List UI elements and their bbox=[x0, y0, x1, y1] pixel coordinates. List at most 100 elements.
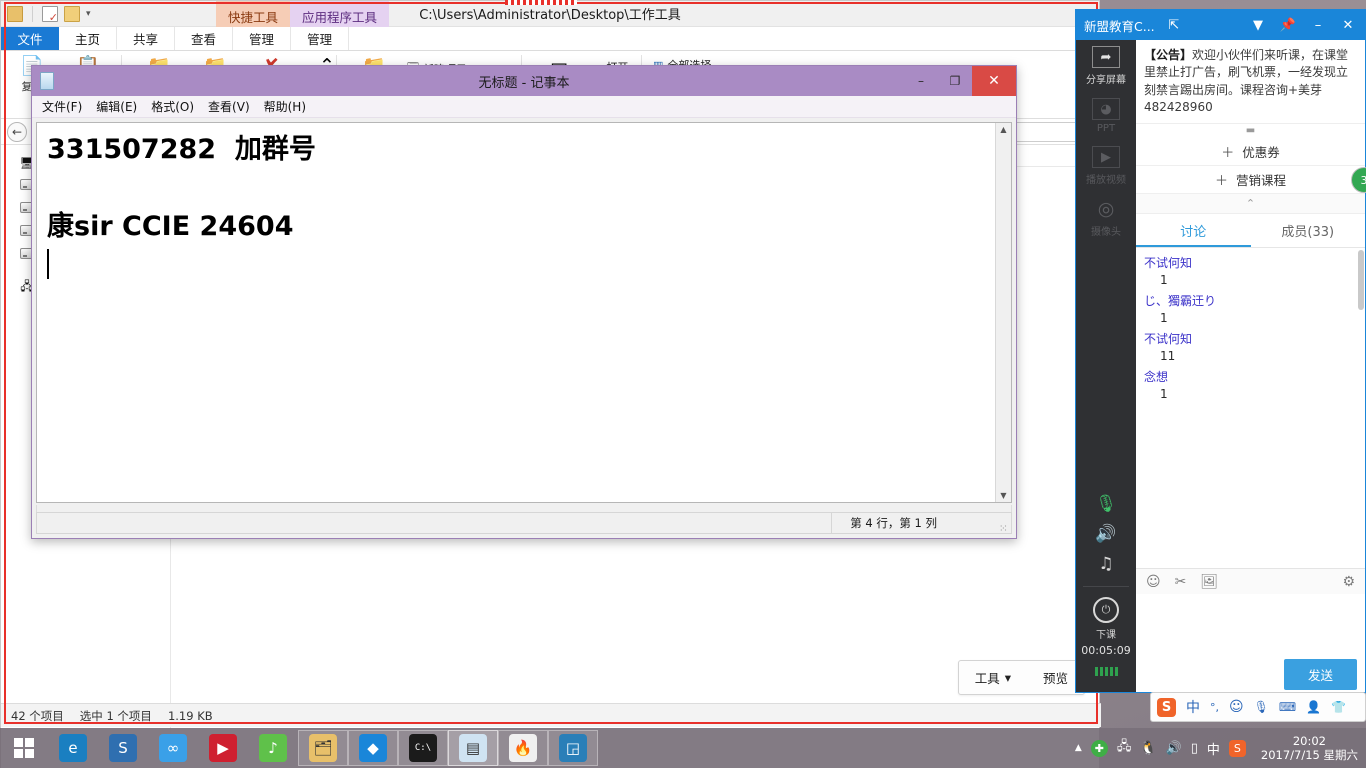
quick-access-toolbar[interactable]: ▾ bbox=[1, 5, 91, 23]
tools-button[interactable]: 工具 ▾ bbox=[959, 661, 1027, 694]
screen: ▾ 快捷工具 应用程序工具 C:\Users\Administrator\Des… bbox=[0, 0, 1366, 768]
marketing-course-row[interactable]: ＋ 营销课程 bbox=[1136, 166, 1365, 194]
contextual-tab-app[interactable]: 应用程序工具 bbox=[290, 1, 390, 27]
security-shield-icon[interactable]: ✚ bbox=[1090, 739, 1108, 757]
emoji-icon[interactable]: ☺ bbox=[1229, 699, 1244, 715]
qq-music-icon: ♪ bbox=[259, 734, 287, 762]
image-icon[interactable]: 🖼 bbox=[1200, 574, 1218, 590]
notepad-text-area[interactable]: 331507282 加群号 康sir CCIE 24604 bbox=[37, 123, 995, 502]
taskbar-item-sogou-browser[interactable]: S bbox=[98, 728, 148, 768]
close-button[interactable]: ✕ bbox=[972, 66, 1016, 96]
notepad-titlebar[interactable]: 无标题 - 记事本 – ❐ ✕ bbox=[32, 66, 1016, 96]
taskbar-item-education-app[interactable]: ◆ bbox=[348, 730, 398, 766]
chevron-down-icon[interactable]: ▼ bbox=[1000, 489, 1006, 502]
chat-scrollbar[interactable] bbox=[1358, 249, 1364, 310]
chevron-up-icon[interactable]: ⌃ bbox=[1136, 193, 1365, 214]
end-class-button[interactable]: ⏻ 下课 00:05:09 bbox=[1081, 597, 1131, 657]
play-video-button[interactable]: ▶ 播放视频 bbox=[1086, 146, 1126, 186]
punctuation-icon[interactable]: °, bbox=[1210, 701, 1219, 714]
ribbon-tab-manage-2[interactable]: 管理 bbox=[291, 27, 350, 50]
music-icon[interactable]: ♫ bbox=[1098, 554, 1113, 574]
minimize-button[interactable]: – bbox=[1307, 18, 1329, 33]
ribbon-tab-share[interactable]: 共享 bbox=[117, 27, 176, 50]
taskbar-item-burn-tool[interactable]: 🔥 bbox=[498, 730, 548, 766]
chat-username[interactable]: じ、獨霸迀り bbox=[1136, 290, 1365, 310]
ribbon-tab-manage-1[interactable]: 管理 bbox=[233, 27, 292, 50]
chat-username[interactable]: 念想 bbox=[1136, 366, 1365, 386]
contextual-tab-quick[interactable]: 快捷工具 bbox=[216, 1, 291, 27]
divider bbox=[32, 5, 33, 22]
new-folder-icon[interactable] bbox=[64, 5, 80, 22]
ribbon-tab-file[interactable]: 文件 bbox=[1, 27, 59, 50]
chat-messages[interactable]: 不试何知 1 じ、獨霸迀り 1 不试何知 11 念想 1 bbox=[1136, 248, 1365, 568]
chevron-down-icon[interactable]: ▼ bbox=[1247, 18, 1269, 33]
chevron-up-icon[interactable]: ▲ bbox=[1000, 123, 1006, 136]
start-button[interactable] bbox=[0, 728, 48, 768]
network-icon[interactable]: 🖧 bbox=[1117, 737, 1132, 759]
vertical-scrollbar[interactable]: ▲ ▼ bbox=[995, 123, 1011, 502]
microphone-icon[interactable]: 🎙 bbox=[1095, 494, 1117, 514]
taskbar-item-baidu-netdisk[interactable]: ∞ bbox=[148, 728, 198, 768]
maximize-button[interactable]: ❐ bbox=[938, 66, 972, 96]
menu-item-file[interactable]: 文件(F) bbox=[42, 98, 82, 115]
taskbar-item-internet-explorer[interactable]: e bbox=[48, 728, 98, 768]
menu-item-view[interactable]: 查看(V) bbox=[208, 98, 250, 115]
send-button[interactable]: 发送 bbox=[1283, 658, 1357, 690]
notepad-title: 无标题 - 记事本 bbox=[478, 75, 570, 91]
taskbar-item-command-prompt[interactable]: C:\ bbox=[398, 730, 448, 766]
taskbar-item-file-explorer[interactable]: 🗂 bbox=[298, 730, 348, 766]
chat-input[interactable] bbox=[1136, 594, 1365, 656]
volume-icon[interactable]: 🔊 bbox=[1166, 741, 1182, 756]
camera-button[interactable]: ◎ 摄像头 bbox=[1091, 198, 1121, 238]
taskbar-item-notepad[interactable]: ▤ bbox=[448, 730, 498, 766]
ribbon-tab-home[interactable]: 主页 bbox=[59, 27, 118, 50]
ppt-button[interactable]: ◕ PPT bbox=[1092, 98, 1120, 134]
speaker-icon[interactable]: 🔊 bbox=[1095, 524, 1116, 544]
back-button[interactable]: ← bbox=[7, 121, 27, 142]
clock-date: 2017/7/15 星期六 bbox=[1260, 748, 1358, 762]
skin-icon[interactable]: 👕 bbox=[1331, 700, 1346, 714]
taskbar-item-outlook[interactable]: ◲ bbox=[548, 730, 598, 766]
taskbar-item-media-player[interactable]: ▶ bbox=[198, 728, 248, 768]
chat-username[interactable]: 不试何知 bbox=[1136, 328, 1365, 348]
education-panel-window: 新盟教育C... ⇱ ▼ 📌 – ✕ ➦ 分享屏幕 ◕ PPT ▶ 播放视频 ◎… bbox=[1075, 9, 1366, 693]
notice-collapse-handle[interactable]: ▬ bbox=[1136, 124, 1365, 138]
send-row: 发送 bbox=[1136, 656, 1365, 692]
folder-icon[interactable] bbox=[7, 5, 23, 22]
ribbon-tab-view[interactable]: 查看 bbox=[175, 27, 234, 50]
gear-icon[interactable]: ⚙ bbox=[1342, 574, 1355, 590]
menu-item-help[interactable]: 帮助(H) bbox=[264, 98, 306, 115]
ribbon-tabs: 文件 主页 共享 查看 管理 管理 bbox=[1, 27, 1099, 51]
share-screen-button[interactable]: ➦ 分享屏幕 bbox=[1086, 46, 1126, 86]
minimize-button[interactable]: – bbox=[904, 66, 938, 96]
keyboard-icon[interactable]: ⌨ bbox=[1279, 700, 1296, 714]
chinese-mode-icon[interactable]: 中 bbox=[1186, 697, 1200, 717]
qq-icon[interactable]: 🐧 bbox=[1140, 741, 1156, 756]
tab-members[interactable]: 成员(33) bbox=[1251, 214, 1366, 247]
close-button[interactable]: ✕ bbox=[1337, 18, 1359, 33]
chat-username[interactable]: 不试何知 bbox=[1136, 252, 1365, 272]
tray-expand-icon[interactable]: ▲ bbox=[1075, 743, 1082, 753]
user-icon[interactable]: 👤 bbox=[1306, 700, 1321, 714]
voice-input-icon[interactable]: 🎙 bbox=[1254, 700, 1269, 714]
ime-chinese-icon[interactable]: 中 bbox=[1207, 739, 1220, 758]
tab-discussion[interactable]: 讨论 bbox=[1136, 214, 1251, 247]
play-video-icon: ▶ bbox=[1092, 146, 1120, 168]
coupon-row[interactable]: ＋ 优惠券 bbox=[1136, 138, 1365, 166]
emoji-icon[interactable]: ☺ bbox=[1146, 574, 1161, 590]
sogou-ime-icon[interactable]: S bbox=[1228, 739, 1246, 757]
sogou-logo-icon[interactable]: S bbox=[1157, 697, 1176, 717]
share-external-icon[interactable]: ⇱ bbox=[1163, 18, 1185, 33]
announcement-tag: 【公告】 bbox=[1144, 48, 1193, 62]
taskbar-item-qq-music[interactable]: ♪ bbox=[248, 728, 298, 768]
clock[interactable]: 20:02 2017/7/15 星期六 bbox=[1255, 734, 1358, 763]
notepad-window-buttons: – ❐ ✕ bbox=[904, 66, 1016, 96]
properties-icon[interactable] bbox=[42, 5, 58, 23]
pin-icon[interactable]: 📌 bbox=[1277, 18, 1299, 33]
menu-item-edit[interactable]: 编辑(E) bbox=[96, 98, 137, 115]
scissors-icon[interactable]: ✂ bbox=[1175, 574, 1187, 590]
chevron-down-icon[interactable]: ▾ bbox=[86, 9, 91, 19]
resize-grip[interactable] bbox=[997, 513, 1011, 535]
menu-item-format[interactable]: 格式(O) bbox=[151, 98, 194, 115]
usb-device-icon[interactable]: ▯ bbox=[1191, 741, 1198, 756]
